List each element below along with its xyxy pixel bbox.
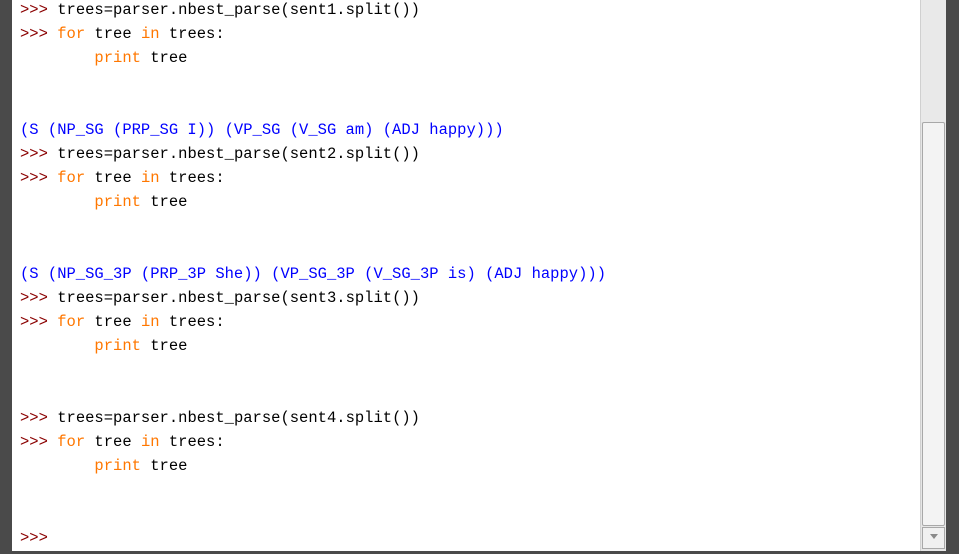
scrollbar-thumb[interactable]: [922, 122, 945, 526]
code-text: trees=parser.nbest_parse(sent4.split()): [57, 409, 420, 427]
code-text: trees=parser.nbest_parse(sent2.split()): [57, 145, 420, 163]
shell-line: >>> trees=parser.nbest_parse(sent4.split…: [20, 407, 420, 429]
scroll-down-button[interactable]: [922, 527, 945, 549]
code-text: tree: [140, 193, 188, 211]
code-text: trees:: [159, 169, 225, 187]
shell-line: (S (NP_SG (PRP_SG I)) (VP_SG (V_SG am) (…: [20, 119, 504, 141]
shell-line: (S (NP_SG_3P (PRP_3P She)) (VP_SG_3P (V_…: [20, 263, 606, 285]
shell-prompt: >>>: [20, 25, 58, 43]
shell-line: >>> for tree in trees:: [20, 23, 225, 45]
code-text: tree: [140, 49, 188, 67]
shell-line: print tree: [20, 455, 187, 477]
code-text: trees:: [159, 313, 225, 331]
shell-prompt: >>>: [20, 409, 58, 427]
python-keyword: in: [140, 313, 160, 331]
shell-prompt: >>>: [20, 529, 58, 547]
shell-prompt: >>>: [20, 1, 58, 19]
vertical-scrollbar[interactable]: [920, 0, 946, 551]
shell-prompt: >>>: [20, 313, 58, 331]
shell-line: print tree: [20, 191, 187, 213]
python-keyword: print: [94, 457, 141, 475]
python-keyword: print: [94, 337, 141, 355]
shell-prompt: >>>: [20, 289, 58, 307]
code-text: trees=parser.nbest_parse(sent1.split()): [57, 1, 420, 19]
window-frame-right: [946, 0, 959, 554]
shell-line: >>> for tree in trees:: [20, 311, 225, 333]
code-text: tree: [85, 25, 141, 43]
code-text: trees:: [159, 433, 225, 451]
code-text: tree: [85, 169, 141, 187]
parse-output: (S (NP_SG_3P (PRP_3P She)) (VP_SG_3P (V_…: [20, 265, 606, 283]
triangle-down-icon: [929, 534, 938, 539]
scrollbar-track[interactable]: [921, 0, 946, 122]
code-text: trees:: [159, 25, 225, 43]
shell-line: >>> for tree in trees:: [20, 431, 225, 453]
shell-prompt: >>>: [20, 145, 58, 163]
code-text: tree: [85, 313, 141, 331]
python-keyword: print: [94, 193, 141, 211]
shell-prompt: >>>: [20, 169, 58, 187]
python-keyword: for: [57, 313, 86, 331]
shell-text-area[interactable]: >>> trees=parser.nbest_parse(sent1.split…: [12, 0, 920, 551]
python-keyword: in: [140, 169, 160, 187]
code-text: tree: [85, 433, 141, 451]
python-keyword: in: [140, 433, 160, 451]
shell-line: >>> trees=parser.nbest_parse(sent2.split…: [20, 143, 420, 165]
shell-line: >>>: [20, 527, 57, 549]
code-text: trees=parser.nbest_parse(sent3.split()): [57, 289, 420, 307]
shell-line: >>> trees=parser.nbest_parse(sent3.split…: [20, 287, 420, 309]
code-text: tree: [140, 337, 188, 355]
python-keyword: for: [57, 25, 86, 43]
python-keyword: print: [94, 49, 141, 67]
python-keyword: for: [57, 433, 86, 451]
shell-prompt: >>>: [20, 433, 58, 451]
shell-line: print tree: [20, 335, 187, 357]
code-text: tree: [140, 457, 188, 475]
python-keyword: for: [57, 169, 86, 187]
parse-output: (S (NP_SG (PRP_SG I)) (VP_SG (V_SG am) (…: [20, 121, 504, 139]
python-shell-window: >>> trees=parser.nbest_parse(sent1.split…: [0, 0, 959, 554]
python-keyword: in: [140, 25, 160, 43]
shell-line: >>> trees=parser.nbest_parse(sent1.split…: [20, 0, 420, 21]
shell-line: print tree: [20, 47, 187, 69]
shell-line: >>> for tree in trees:: [20, 167, 225, 189]
